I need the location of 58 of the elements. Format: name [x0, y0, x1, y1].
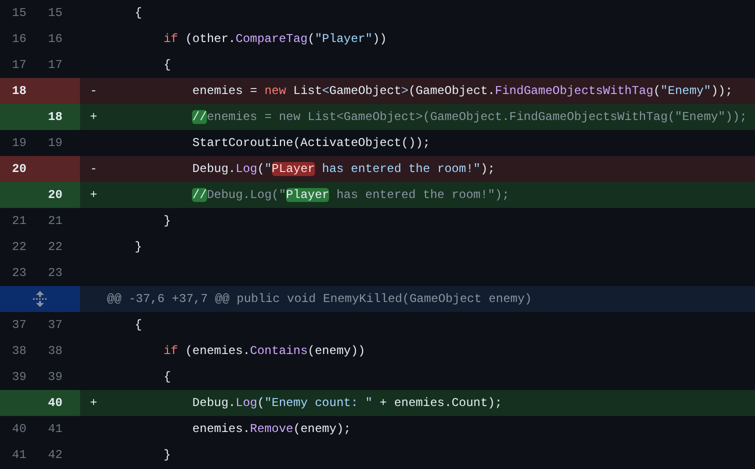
line-number: 37 — [47, 317, 64, 334]
gutter-cell — [0, 390, 40, 416]
hunk-header: @@ -37,6 +37,7 @@ public void EnemyKilled(GameObject enemy) — [106, 292, 532, 306]
code-line: { — [162, 58, 171, 72]
code-line: } — [162, 448, 171, 462]
line-number: 38 — [47, 343, 64, 360]
code-line: Debug.Log("Enemy count: " + enemies.Count); — [191, 396, 502, 410]
line-number: 21 — [47, 213, 64, 230]
code-line: { — [162, 370, 171, 384]
code-line: if (other.CompareTag("Player")) — [162, 32, 387, 46]
expand-button[interactable] — [0, 286, 80, 312]
line-number: 21 — [11, 213, 28, 230]
code-line: //Debug.Log("Player has entered the room!"); — [191, 188, 510, 202]
code-line: if (enemies.Contains(enemy)) — [162, 344, 366, 358]
line-number: 42 — [47, 447, 64, 464]
gutter-cell — [40, 156, 80, 182]
line-number: 37 — [11, 317, 28, 334]
diff-sign: + — [89, 188, 98, 202]
expand-icon — [32, 290, 48, 308]
code-line: Debug.Log("PLayer has entered the room!"); — [191, 162, 495, 176]
line-number: 22 — [11, 239, 28, 256]
line-number: 40 — [11, 421, 28, 438]
line-number: 41 — [47, 421, 64, 438]
line-number: 19 — [11, 135, 28, 152]
line-number: 18 — [0, 78, 40, 104]
line-number: 23 — [11, 265, 28, 282]
code-line: } — [134, 240, 142, 254]
line-number: 18 — [40, 104, 80, 130]
code-line: enemies.Remove(enemy); — [191, 422, 351, 436]
code-line: //enemies = new List<GameObject>(GameObject.FindGameObjectsWithTag("Enemy")); — [191, 110, 747, 124]
line-number: 15 — [11, 5, 28, 22]
line-number: 23 — [47, 265, 64, 282]
line-number: 38 — [11, 343, 28, 360]
code-line: enemies = new List<GameObject>(GameObject.FindGameObjectsWithTag("Enemy")); — [191, 84, 733, 98]
line-number: 17 — [47, 57, 64, 74]
code-line: { — [134, 318, 142, 332]
diff-sign: + — [89, 110, 98, 124]
line-number: 16 — [47, 31, 64, 48]
diff-sign: + — [89, 396, 98, 410]
line-number: 22 — [47, 239, 64, 256]
line-number: 15 — [47, 5, 64, 22]
line-number: 16 — [11, 31, 28, 48]
line-number: 20 — [40, 182, 80, 208]
gutter-cell — [40, 78, 80, 104]
line-number: 19 — [47, 135, 64, 152]
diff-sign: - — [89, 84, 98, 98]
line-number: 40 — [40, 390, 80, 416]
code-line: } — [162, 214, 171, 228]
line-number: 17 — [11, 57, 28, 74]
line-number: 20 — [0, 156, 40, 182]
gutter-cell — [0, 104, 40, 130]
code-line: { — [134, 6, 142, 20]
gutter-cell — [0, 182, 40, 208]
line-number: 39 — [11, 369, 28, 386]
line-number: 41 — [11, 447, 28, 464]
diff-sign: - — [89, 162, 98, 176]
line-number: 39 — [47, 369, 64, 386]
code-line: StartCoroutine(ActivateObject()); — [191, 136, 430, 150]
